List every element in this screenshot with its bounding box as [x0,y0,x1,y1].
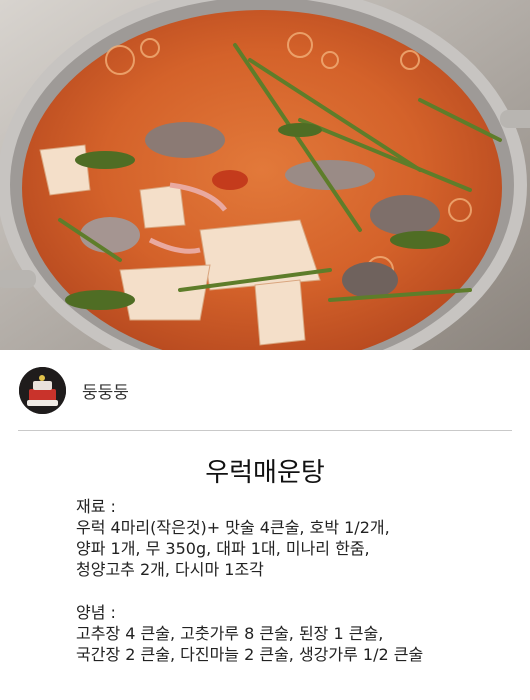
divider [18,430,512,431]
seasoning-section: 양념 : 고추장 4 큰술, 고춧가루 8 큰술, 된장 1 큰술, 국간장 2… [76,602,516,665]
ingredients-section: 재료 : 우럭 4마리(작은것)+ 맛술 4큰술, 호박 1/2개, 양파 1개… [76,496,516,580]
author-avatar[interactable] [19,367,66,414]
seasoning-line: 고추장 4 큰술, 고춧가루 8 큰술, 된장 1 큰술, [76,624,384,643]
cake-avatar-image [19,367,66,414]
ingredients-line: 우럭 4마리(작은것)+ 맛술 4큰술, 호박 1/2개, [76,518,390,537]
seasoning-label: 양념 : [76,603,116,622]
recipe-photo [0,0,530,350]
seasoning-line: 국간장 2 큰술, 다진마늘 2 큰술, 생강가루 1/2 큰술 [76,645,424,664]
ingredients-label: 재료 : [76,497,116,516]
author-bar: 둥둥둥 [0,350,530,430]
ingredients-line: 양파 1개, 무 350g, 대파 1대, 미나리 한줌, [76,539,370,558]
recipe-title: 우럭매운탕 [205,458,325,488]
spicy-fish-stew-image [0,0,530,350]
author-name[interactable]: 둥둥둥 [82,378,129,403]
ingredients-line: 청양고추 2개, 다시마 1조각 [76,560,264,579]
